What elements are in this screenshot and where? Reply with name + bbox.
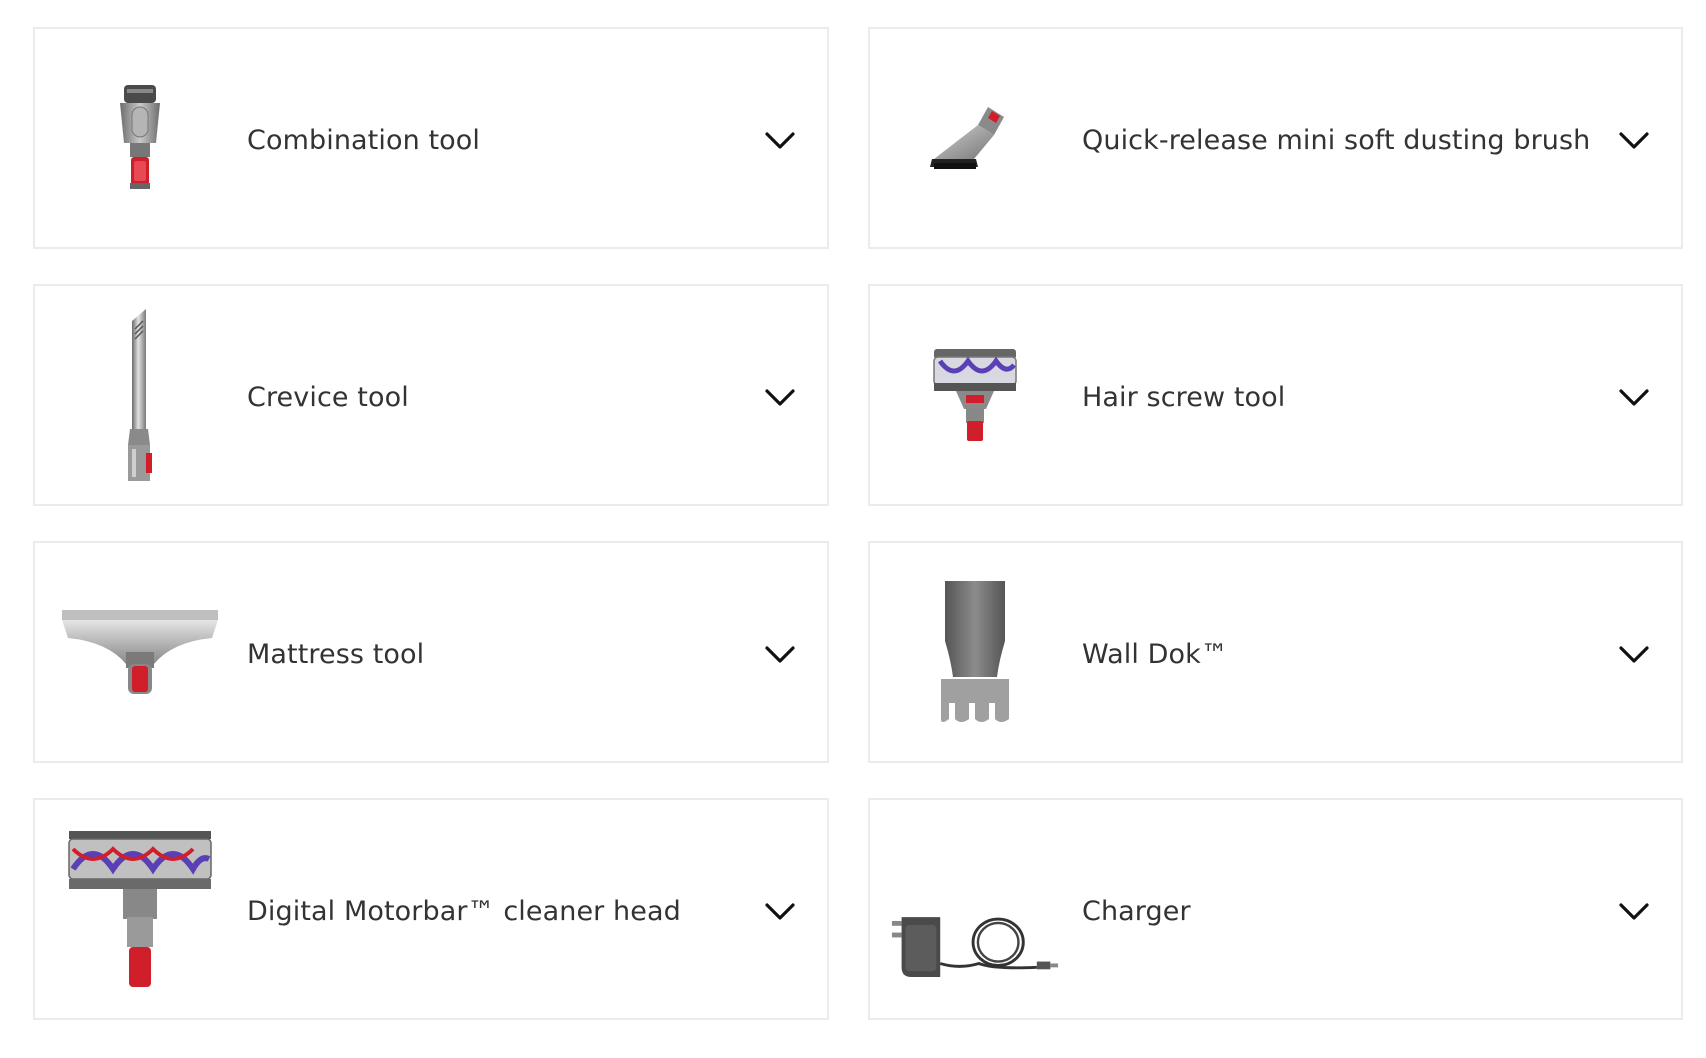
accessory-label: Quick-release mini soft dusting brush (1082, 125, 1591, 156)
chevron-down-icon[interactable] (763, 898, 797, 924)
accessory-label: Hair screw tool (1082, 382, 1286, 413)
combination-tool-icon (55, 29, 225, 247)
accessory-card-motorbar-cleaner-head[interactable]: Digital Motorbar™ cleaner head (33, 798, 829, 1020)
chevron-down-icon[interactable] (763, 384, 797, 410)
accessory-card-hair-screw-tool[interactable]: Hair screw tool (868, 284, 1683, 506)
charger-icon (890, 840, 1060, 1058)
motorbar-cleaner-head-icon (55, 800, 225, 1018)
chevron-down-icon[interactable] (763, 641, 797, 667)
accessory-card-charger[interactable]: Charger (868, 798, 1683, 1020)
accessory-label: Crevice tool (247, 382, 409, 413)
chevron-down-icon[interactable] (1617, 641, 1651, 667)
dusting-brush-icon (890, 29, 1060, 247)
accessory-card-dusting-brush[interactable]: Quick-release mini soft dusting brush (868, 27, 1683, 249)
accessory-label: Charger (1082, 896, 1191, 927)
accessory-label: Wall Dok™ (1082, 639, 1228, 670)
chevron-down-icon[interactable] (1617, 127, 1651, 153)
accessories-grid: Combination tool Quick-release mini soft… (0, 0, 1706, 1034)
chevron-down-icon[interactable] (1617, 384, 1651, 410)
accessory-card-mattress-tool[interactable]: Mattress tool (33, 541, 829, 763)
wall-dok-icon (890, 543, 1060, 761)
chevron-down-icon[interactable] (763, 127, 797, 153)
chevron-down-icon[interactable] (1617, 898, 1651, 924)
accessory-card-combination-tool[interactable]: Combination tool (33, 27, 829, 249)
accessory-label: Combination tool (247, 125, 480, 156)
hair-screw-tool-icon (890, 286, 1060, 504)
accessory-label: Mattress tool (247, 639, 425, 670)
accessory-card-crevice-tool[interactable]: Crevice tool (33, 284, 829, 506)
crevice-tool-icon (55, 286, 225, 504)
accessory-label: Digital Motorbar™ cleaner head (247, 896, 681, 927)
accessory-card-wall-dok[interactable]: Wall Dok™ (868, 541, 1683, 763)
mattress-tool-icon (55, 543, 225, 761)
